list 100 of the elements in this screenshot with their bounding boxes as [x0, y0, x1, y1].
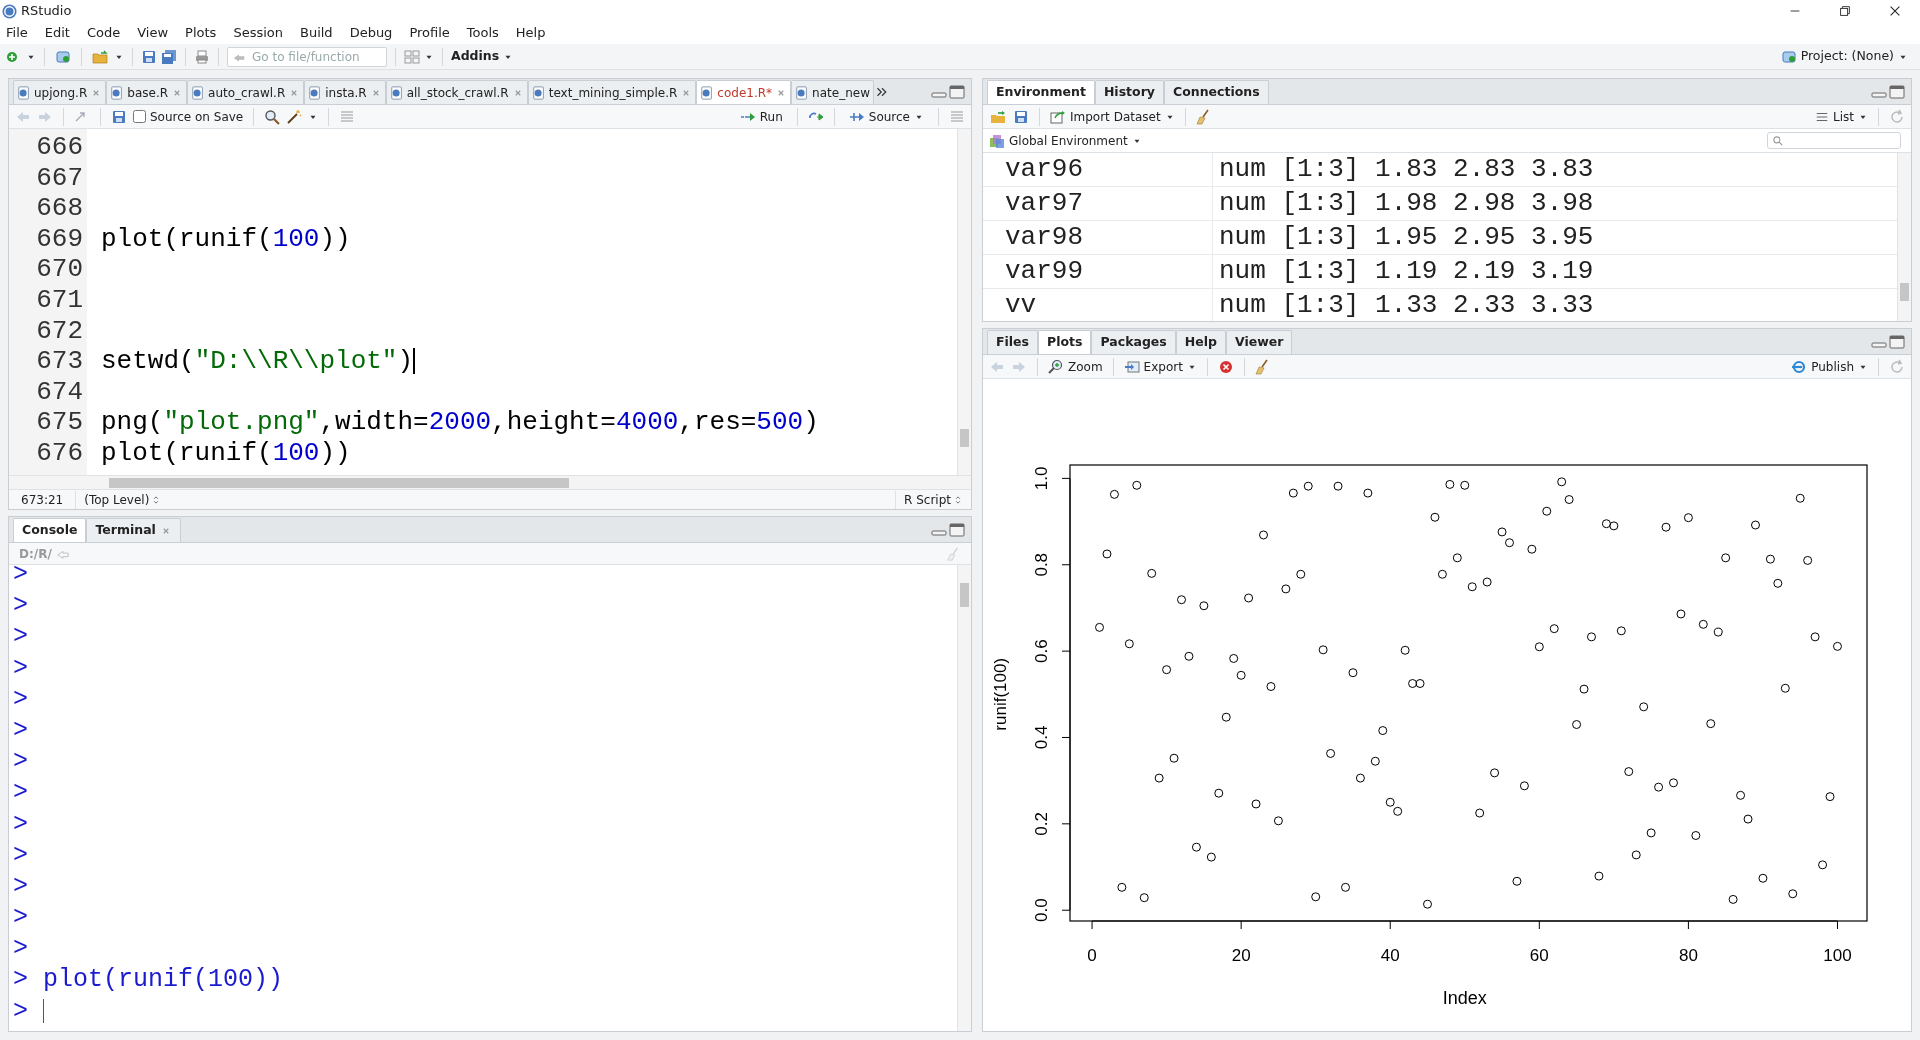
save-icon[interactable]	[1013, 108, 1029, 125]
data-point	[1743, 814, 1753, 824]
variable-value: num [1:3] 1.98 2.98 3.98	[1218, 187, 1594, 220]
magic-wand-icon[interactable]	[286, 108, 303, 125]
plots-pane-tab[interactable]: Plots	[1038, 330, 1092, 354]
editor-tab[interactable]: all_stock_crawl.R	[385, 80, 528, 104]
tick-label: 60	[1529, 946, 1549, 965]
menu-item[interactable]: Debug	[349, 23, 393, 43]
more-tabs-icon[interactable]	[875, 86, 888, 98]
restore-icon[interactable]	[1838, 4, 1852, 18]
tick-label: 0.6	[1032, 639, 1051, 663]
console-tab[interactable]: Terminal	[86, 518, 181, 542]
editor-tab[interactable]: text_mining_simple.R	[527, 80, 697, 104]
menu-item[interactable]: Tools	[466, 23, 499, 43]
source-button[interactable]: Source	[844, 107, 928, 126]
checkbox[interactable]	[133, 110, 146, 123]
data-point	[1206, 852, 1216, 862]
remove-plot-icon[interactable]	[1217, 358, 1234, 375]
plots-pane-tab[interactable]: Packages	[1091, 330, 1176, 354]
save-icon[interactable]	[141, 48, 157, 65]
menu-item[interactable]: View	[137, 23, 169, 43]
checkbox-label[interactable]: Source on Save	[150, 107, 244, 126]
import-dataset-menu[interactable]: Import Dataset	[1050, 107, 1175, 126]
line-number: 673	[36, 346, 83, 377]
clear-console-icon[interactable]	[947, 546, 961, 561]
environment-tab[interactable]: Environment	[987, 80, 1095, 104]
file-type-menu[interactable]: R Script	[895, 490, 971, 509]
save-all-icon[interactable]	[161, 48, 177, 65]
goto-field[interactable]: Go to file/function	[227, 46, 387, 67]
line-number: 668	[36, 193, 83, 224]
variable-name: var99	[983, 255, 1213, 288]
data-point	[1177, 595, 1186, 605]
broom-icon[interactable]	[1254, 358, 1271, 375]
publish-menu[interactable]: Publish	[1791, 357, 1868, 376]
refresh-icon[interactable]	[1889, 108, 1905, 125]
code-line: png("plot.png",width=2000,height=4000,res=500)	[101, 407, 819, 438]
r-file-icon	[110, 85, 125, 100]
scrollbar[interactable]	[957, 565, 971, 1031]
export-menu[interactable]: Export	[1123, 357, 1197, 376]
menu-item[interactable]: Session	[233, 23, 283, 43]
editor-tab[interactable]: upjong.R	[13, 80, 107, 104]
data-point	[1303, 481, 1313, 491]
maximize-pane-icon[interactable]	[1889, 83, 1905, 100]
maximize-pane-icon[interactable]	[1889, 333, 1905, 350]
run-button[interactable]: Run	[735, 107, 787, 126]
menu-item[interactable]: Profile	[409, 23, 450, 43]
data-point	[1825, 792, 1835, 802]
editor-tab[interactable]: insta.R	[304, 80, 386, 104]
refresh-icon[interactable]	[1889, 358, 1905, 375]
data-point	[1631, 850, 1641, 860]
environment-menu[interactable]: Global Environment	[989, 131, 1142, 150]
data-point	[1721, 553, 1731, 563]
view-mode-menu[interactable]: List	[1815, 107, 1868, 126]
broom-icon[interactable]	[1195, 108, 1212, 125]
close-icon[interactable]	[1888, 4, 1902, 18]
r-file-icon	[308, 85, 323, 100]
data-point	[1132, 480, 1142, 490]
editor-tab[interactable]: base.R	[106, 80, 188, 104]
scrollbar[interactable]	[1897, 153, 1911, 321]
data-point	[1124, 639, 1134, 649]
menu-item[interactable]: File	[6, 23, 28, 43]
menu-item[interactable]: Help	[515, 23, 546, 43]
open-icon[interactable]	[989, 108, 1007, 125]
maximize-pane-icon[interactable]	[949, 83, 965, 100]
environment-tab[interactable]: History	[1094, 80, 1164, 104]
data-point	[1326, 748, 1336, 758]
tick-label: 0	[1087, 946, 1097, 965]
zoom-button[interactable]: Zoom	[1048, 357, 1103, 376]
editor-tab[interactable]: auto_crawl.R	[187, 80, 305, 104]
plots-pane-tab[interactable]: Files	[987, 330, 1039, 354]
scrollbar[interactable]	[957, 129, 971, 475]
line-number: 669	[36, 223, 83, 255]
outline-icon[interactable]	[339, 108, 356, 125]
data-point	[1191, 842, 1201, 852]
editor-tab[interactable]: code1.R*	[696, 80, 792, 104]
publish-icon	[1791, 358, 1808, 375]
project-menu[interactable]: Project: (None)	[1800, 47, 1914, 66]
menu-item[interactable]: Plots	[185, 23, 217, 43]
plots-pane-tab[interactable]: Viewer	[1225, 330, 1293, 354]
print-icon[interactable]	[194, 48, 210, 65]
maximize-pane-icon[interactable]	[949, 521, 965, 538]
console-tab[interactable]: Console	[13, 518, 87, 542]
console-prompt: >	[13, 808, 28, 841]
scope-menu[interactable]: (Top Level)	[76, 490, 170, 509]
save-icon[interactable]	[111, 108, 127, 125]
environment-tab[interactable]: Connections	[1163, 80, 1269, 104]
tick-label: 0.0	[1032, 898, 1051, 922]
scrollbar[interactable]	[9, 475, 971, 489]
outline-icon[interactable]	[949, 108, 965, 125]
search-icon[interactable]	[264, 108, 281, 125]
menu-item[interactable]: Code	[86, 23, 121, 43]
plots-pane-tab[interactable]: Help	[1175, 330, 1226, 354]
editor-tab[interactable]: nate_new	[791, 80, 874, 104]
search-field[interactable]	[1767, 132, 1901, 149]
data-point	[1534, 642, 1544, 652]
data-point	[1833, 641, 1842, 651]
menu-item[interactable]: Build	[300, 23, 333, 43]
menu-item[interactable]: Edit	[44, 23, 70, 43]
console-prompt: >	[13, 621, 28, 654]
addins-menu[interactable]: Addins	[451, 47, 514, 66]
